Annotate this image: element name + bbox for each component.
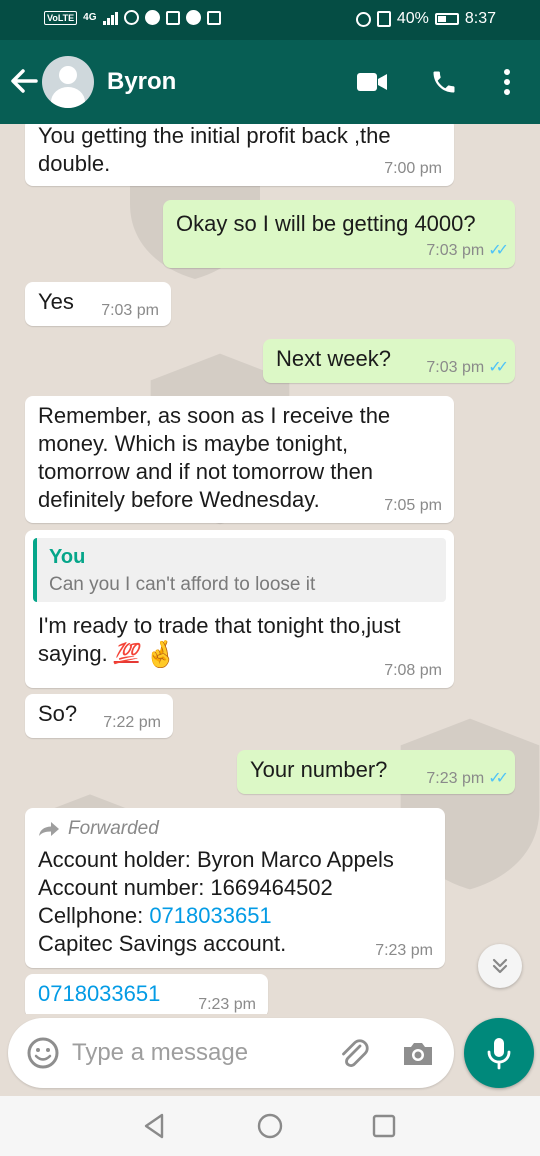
double-check-icon: ✓✓ xyxy=(488,242,509,259)
status-right: 40% 8:37 xyxy=(355,10,496,28)
message-text: Capitec Savings account. xyxy=(38,931,287,956)
more-options-button[interactable] xyxy=(487,62,527,102)
battery-icon xyxy=(434,13,459,25)
phone-number-link[interactable]: 0718033651 xyxy=(38,980,160,1008)
forward-icon xyxy=(39,822,59,836)
clock: 8:37 xyxy=(464,10,496,27)
message-time: 7:23 pm xyxy=(375,942,433,959)
voice-message-button[interactable] xyxy=(464,1018,534,1088)
message-text: money. Which is maybe tonight, xyxy=(38,431,349,456)
message-text: Okay so I will be getting 4000? xyxy=(176,211,476,236)
more-vert-icon xyxy=(504,69,510,95)
message-time: 7:23 pm xyxy=(198,996,256,1013)
back-button[interactable] xyxy=(8,64,38,98)
message-time: 7:08 pm xyxy=(384,662,442,679)
message-time: 7:23 pm ✓✓ xyxy=(426,770,509,787)
quoted-author: You xyxy=(49,546,86,568)
message-text: definitely before Wednesday. xyxy=(38,487,320,512)
nav-recents-icon xyxy=(372,1114,396,1138)
message-outgoing[interactable]: Next week? 7:03 pm ✓✓ xyxy=(263,339,515,383)
facebook-notification-icon xyxy=(185,10,201,25)
message-text: Account number: 1669464502 xyxy=(38,875,333,900)
message-text: I'm ready to trade that tonight tho,just xyxy=(38,613,401,638)
message-incoming[interactable]: So? 7:22 pm xyxy=(25,694,173,738)
message-text: Your number? xyxy=(250,757,388,782)
quoted-text: Can you I can't afford to loose it xyxy=(49,574,316,595)
message-outgoing[interactable]: Your number? 7:23 pm ✓✓ xyxy=(237,750,515,794)
status-bar: VoLTE 4G 40% 8:37 xyxy=(0,0,540,40)
hundred-points-emoji-icon: 💯 xyxy=(113,643,139,665)
alarm-icon xyxy=(355,11,371,27)
message-time: 7:03 pm xyxy=(101,302,159,319)
double-check-icon: ✓✓ xyxy=(488,359,509,376)
conversation[interactable]: You getting the initial profit back ,the… xyxy=(0,124,540,1014)
voice-call-button[interactable] xyxy=(424,62,464,102)
message-text: saying. xyxy=(38,641,108,666)
nav-home-button[interactable] xyxy=(254,1110,286,1142)
scroll-to-bottom-button[interactable] xyxy=(478,944,522,988)
mic-icon xyxy=(487,1038,511,1070)
vibrate-icon xyxy=(376,11,391,27)
quoted-message[interactable]: You Can you I can't afford to loose it xyxy=(33,538,446,602)
nav-back-icon xyxy=(144,1113,164,1139)
phone-notification-icon xyxy=(144,10,160,25)
emoji-button[interactable] xyxy=(26,1036,60,1070)
camera-icon xyxy=(404,1043,432,1065)
crossed-fingers-emoji-icon: 🤞 xyxy=(144,639,177,669)
whatsapp-notification-icon xyxy=(123,10,139,25)
phone-icon xyxy=(433,71,455,93)
message-time: 7:03 pm ✓✓ xyxy=(426,242,509,259)
chat-header: Byron xyxy=(0,40,540,124)
attach-button[interactable] xyxy=(336,1036,372,1072)
system-nav-bar xyxy=(0,1096,540,1156)
network-type: 4G xyxy=(83,12,97,23)
message-text: Cellphone: xyxy=(38,903,150,928)
message-incoming-forwarded[interactable]: Forwarded Account holder: Byron Marco Ap… xyxy=(25,808,445,968)
nav-back-button[interactable] xyxy=(138,1110,170,1142)
message-input[interactable] xyxy=(72,1032,322,1074)
contact-name[interactable]: Byron xyxy=(107,68,176,96)
calendar-notification-icon xyxy=(206,10,221,25)
attach-icon xyxy=(342,1039,369,1067)
message-text: Yes xyxy=(38,289,74,314)
status-left: VoLTE 4G xyxy=(44,10,221,25)
double-check-icon: ✓✓ xyxy=(488,770,509,787)
news-notification-icon xyxy=(165,10,180,25)
video-call-icon xyxy=(357,73,387,91)
message-time: 7:05 pm xyxy=(384,497,442,514)
message-incoming[interactable]: Yes 7:03 pm xyxy=(25,282,171,326)
message-text: So? xyxy=(38,701,78,726)
message-text: Next week? xyxy=(276,346,391,371)
video-call-button[interactable] xyxy=(352,62,392,102)
camera-button[interactable] xyxy=(400,1036,436,1072)
message-incoming[interactable]: Remember, as soon as I receive the money… xyxy=(25,396,454,523)
message-outgoing[interactable]: Okay so I will be getting 4000? 7:03 pm ✓… xyxy=(163,200,515,268)
back-arrow-icon xyxy=(11,69,38,93)
avatar[interactable] xyxy=(42,56,94,108)
message-composer xyxy=(8,1018,454,1088)
message-incoming[interactable]: You getting the initial profit back ,the… xyxy=(25,124,454,186)
volte-badge: VoLTE xyxy=(44,10,78,25)
message-text: Account holder: Byron Marco Appels xyxy=(38,847,394,872)
emoji-icon xyxy=(27,1037,59,1069)
battery-percent: 40% xyxy=(396,10,429,27)
message-time: 7:22 pm xyxy=(103,714,161,731)
message-incoming-reply[interactable]: You Can you I can't afford to loose it I… xyxy=(25,530,454,688)
nav-home-icon xyxy=(257,1113,283,1139)
message-text: tomorrow and if not tomorrow then xyxy=(38,459,374,484)
message-text: You getting the initial profit back ,the xyxy=(38,124,391,148)
forwarded-label: Forwarded xyxy=(38,818,159,840)
message-time: 7:00 pm xyxy=(384,160,442,177)
phone-number-link[interactable]: 0718033651 xyxy=(149,903,271,928)
message-incoming[interactable]: 0718033651 7:23 pm xyxy=(25,974,268,1014)
message-text: double. xyxy=(38,151,111,176)
message-text: Remember, as soon as I receive the xyxy=(38,403,391,428)
message-time: 7:03 pm ✓✓ xyxy=(426,359,509,376)
nav-recents-button[interactable] xyxy=(368,1110,400,1142)
signal-icon xyxy=(102,11,118,25)
chevron-down-icon xyxy=(492,958,508,974)
